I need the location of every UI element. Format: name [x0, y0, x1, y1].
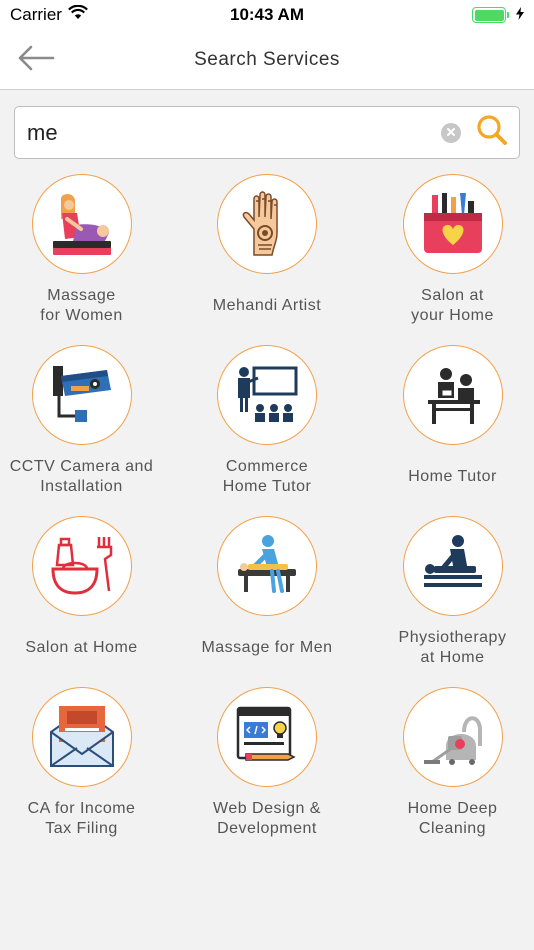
massage-women-icon	[52, 193, 111, 255]
service-home-tutor[interactable]: Home Tutor	[371, 343, 534, 514]
service-label: Salon at your Home	[411, 287, 494, 324]
service-label: Web Design & Development	[213, 800, 321, 837]
service-icon-circle	[31, 174, 132, 274]
service-icon-circle	[31, 345, 132, 445]
search-box	[14, 106, 520, 159]
vacuum-cleaner-icon	[423, 716, 482, 765]
charging-bolt-icon	[516, 5, 524, 25]
service-label: Mehandi Artist	[212, 297, 322, 314]
service-label: Physiotherapy at Home	[398, 629, 507, 666]
back-button[interactable]	[14, 42, 58, 78]
service-commerce-home-tutor[interactable]: Commerce Home Tutor	[163, 343, 371, 514]
service-icon-circle	[402, 345, 503, 445]
service-label: CA for Income Tax Filing	[27, 800, 136, 837]
service-icon-circle	[402, 687, 503, 787]
service-massage-for-women[interactable]: Massage for Women	[0, 172, 163, 343]
web-design-icon	[236, 706, 296, 761]
service-icon-circle	[217, 687, 317, 787]
service-massage-for-men[interactable]: Massage for Men	[163, 514, 371, 685]
page-title: Search Services	[194, 48, 340, 70]
battery-icon	[472, 7, 509, 23]
service-label: Massage for Men	[201, 639, 333, 656]
service-label: Massage for Women	[40, 287, 123, 324]
service-physiotherapy-at-home[interactable]: Physiotherapy at Home	[371, 514, 534, 685]
status-left: Carrier	[10, 4, 88, 25]
services-grid: Massage for Women Mehandi Artist Salon a…	[0, 172, 534, 856]
service-icon-circle	[217, 345, 317, 445]
cctv-camera-icon	[52, 366, 111, 422]
status-right	[472, 5, 524, 25]
henna-hand-icon	[242, 191, 278, 256]
service-icon-circle	[402, 174, 503, 274]
service-icon-circle	[217, 174, 317, 274]
service-label: Home Tutor	[408, 468, 497, 485]
massage-men-icon	[238, 535, 296, 593]
service-home-deep-cleaning[interactable]: Home Deep Cleaning	[371, 685, 534, 856]
service-web-design-development[interactable]: Web Design & Development	[163, 685, 371, 856]
cosmetic-bag-icon	[423, 193, 482, 253]
service-icon-circle	[31, 687, 132, 787]
service-icon-circle	[402, 516, 503, 616]
service-ca-income-tax-filing[interactable]: CA for Income Tax Filing	[0, 685, 163, 856]
magnifier-icon	[476, 114, 508, 151]
arrow-left-icon	[17, 45, 55, 76]
service-icon-circle	[31, 516, 132, 616]
tax-text-mark	[66, 711, 97, 724]
status-bar: Carrier 10:43 AM	[0, 0, 534, 30]
service-label: Home Deep Cleaning	[407, 800, 498, 837]
battery-fill	[474, 9, 504, 21]
carrier-label: Carrier	[10, 5, 62, 24]
classroom-icon	[238, 366, 298, 422]
tax-envelope-icon	[49, 706, 114, 767]
search-button[interactable]	[475, 114, 509, 151]
tutor-desk-icon	[427, 368, 480, 424]
physiotherapy-icon	[423, 535, 482, 587]
search-input[interactable]	[27, 119, 441, 146]
service-label: Salon at Home	[25, 639, 138, 656]
service-icon-circle	[217, 516, 317, 616]
service-salon-at-home[interactable]: Salon at Home	[0, 514, 163, 685]
service-label: Commerce Home Tutor	[222, 458, 312, 495]
wifi-icon	[68, 4, 88, 25]
salon-bowl-icon	[50, 537, 112, 595]
service-cctv-camera[interactable]: CCTV Camera and Installation	[0, 343, 163, 514]
nav-bar: Search Services	[0, 30, 534, 90]
service-salon-at-your-home[interactable]: Salon at your Home	[371, 172, 534, 343]
service-mehandi-artist[interactable]: Mehandi Artist	[163, 172, 371, 343]
clear-circle-icon	[446, 124, 456, 142]
service-label: CCTV Camera and Installation	[9, 458, 154, 495]
clear-search-button[interactable]	[441, 122, 461, 143]
